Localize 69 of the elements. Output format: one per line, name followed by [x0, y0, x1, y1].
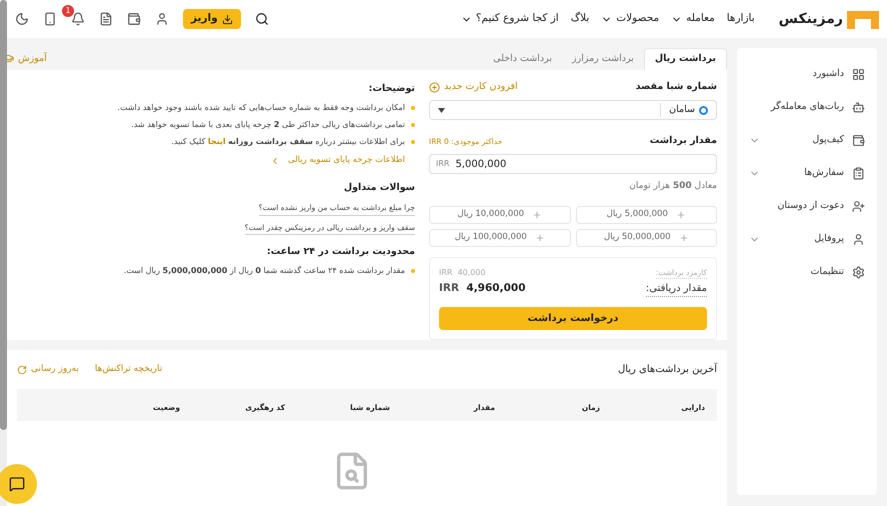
- logo-icon: [847, 9, 879, 29]
- tab[interactable]: برداشت ریال: [644, 48, 727, 70]
- dashboard-icon: [852, 68, 865, 81]
- bullet-icon: [411, 269, 415, 273]
- nav-link[interactable]: محصولات: [601, 11, 660, 27]
- nav-link[interactable]: معامله: [671, 11, 715, 27]
- field-label: شماره شبا مقصد: [636, 80, 717, 94]
- bank-name: سامان: [669, 103, 695, 118]
- refresh-icon: [17, 364, 27, 374]
- sidebar-item[interactable]: سفارش‌ها: [737, 157, 877, 190]
- plus-icon: [534, 232, 545, 243]
- received-amount: IRR 4,960,000: [439, 281, 526, 296]
- caret-icon: [438, 108, 445, 113]
- tab[interactable]: برداشت رمزارز: [562, 48, 644, 70]
- plus-circle-icon: [429, 82, 440, 93]
- bullet-icon: [411, 123, 415, 128]
- fee-amount: IRR 40,000: [439, 266, 486, 279]
- sidebar-item[interactable]: داشبورد: [737, 58, 877, 91]
- info-text: برای اطلاعات بیشتر درباره سقف برداشت روزانه اینجا کلیک کنید.: [171, 136, 405, 148]
- profile-icon: [852, 233, 865, 246]
- nav-link[interactable]: بازارها: [726, 11, 755, 27]
- quick-amount-button[interactable]: 50,000,000 ریال: [576, 228, 717, 247]
- orders-icon[interactable]: [99, 12, 113, 26]
- wallet-icon[interactable]: [127, 12, 141, 26]
- field-label: مقدار برداشت: [650, 134, 717, 148]
- nav-link[interactable]: از کجا شروع کنیم؟: [460, 11, 559, 27]
- tab[interactable]: برداشت داخلی: [483, 48, 562, 70]
- amount-field[interactable]: IRR 5,000,000: [429, 154, 717, 174]
- user-icon[interactable]: [155, 12, 169, 26]
- chat-icon: [9, 476, 25, 492]
- sidebar-item[interactable]: دعوت از دوستان: [737, 190, 877, 223]
- bank-account-select[interactable]: سامان: [429, 100, 717, 120]
- mobile-app-icon[interactable]: [43, 12, 57, 26]
- logo-text: رمزینکس: [778, 10, 843, 28]
- scrollbar[interactable]: [0, 0, 7, 506]
- bot-icon: [852, 101, 865, 114]
- plus-icon: [676, 210, 686, 220]
- invite-icon: [852, 200, 865, 213]
- section-title: محدودیت برداشت در ۲۴ ساعت:: [266, 244, 415, 259]
- settings-icon: [852, 266, 865, 279]
- quick-amount-button[interactable]: 100,000,000 ریال: [429, 228, 570, 247]
- bullet-icon: [411, 140, 415, 144]
- plus-icon: [532, 210, 542, 220]
- quick-amount-button[interactable]: 5,000,000 ریال: [576, 206, 717, 224]
- chat-button[interactable]: [0, 464, 37, 504]
- deposit-button[interactable]: واریز: [183, 9, 241, 29]
- theme-toggle-icon[interactable]: [15, 12, 29, 26]
- notification-badge: 1: [62, 5, 74, 17]
- download-icon: [222, 14, 233, 24]
- sidebar-item[interactable]: پروفایل: [737, 223, 877, 256]
- scrollbar-thumb[interactable]: [0, 0, 7, 430]
- wallet-icon: [852, 134, 865, 147]
- history-title: آخرین برداشت‌های ریال: [618, 362, 717, 377]
- bank-logo-icon: [699, 106, 708, 115]
- quick-amount-button[interactable]: 10,000,000 ریال: [429, 206, 570, 224]
- section-title: سوالات متداول: [342, 181, 415, 195]
- received-label: مقدار دریافتی:: [646, 281, 707, 297]
- info-text: امکان برداشت وجه فقط به شماره حساب‌هایی که تایید شده باشند وجود خواهد داشت.: [117, 102, 405, 114]
- search-icon[interactable]: [254, 12, 269, 26]
- sidebar-item[interactable]: تنظیمات: [737, 256, 877, 289]
- submit-button[interactable]: درخواست برداشت: [439, 307, 707, 330]
- notification-icon[interactable]: [71, 12, 85, 26]
- sidebar-item[interactable]: کیف‌پول: [737, 124, 877, 157]
- section-title: توضیحات:: [368, 82, 415, 96]
- nav-link[interactable]: بلاگ: [570, 11, 590, 27]
- plus-icon: [678, 232, 689, 243]
- sidebar-item[interactable]: ربات‌های معامله‌گر: [737, 91, 877, 124]
- bullet-icon: [411, 106, 415, 110]
- orders-icon: [852, 167, 865, 180]
